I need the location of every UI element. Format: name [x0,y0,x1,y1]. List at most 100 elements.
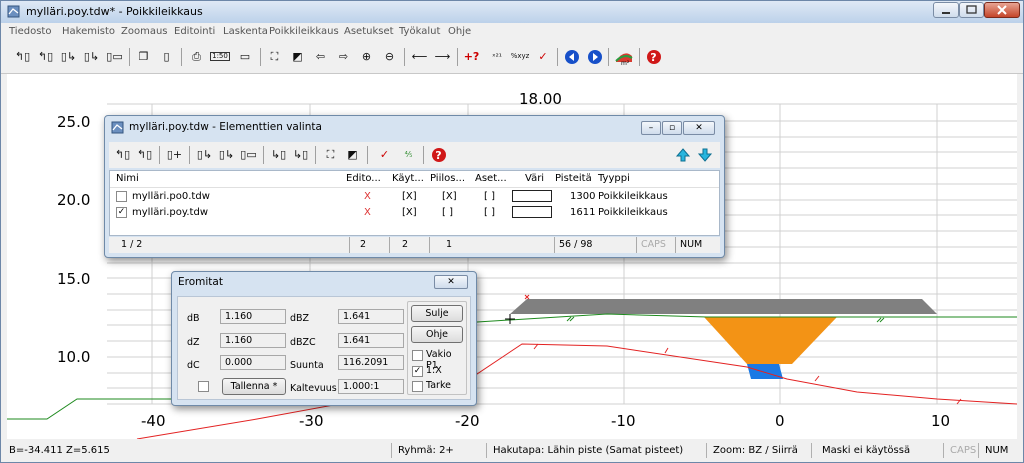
save-copy-button[interactable]: ▯↳ [82,47,101,66]
next-button[interactable]: ⟶ [433,47,452,66]
zoom-in-button[interactable]: ⊕ [357,47,376,66]
row-set[interactable]: [ ] [484,189,495,204]
el-open-button[interactable]: ↰▯ [113,145,132,164]
col-tyyppi[interactable]: Tyyppi [598,171,630,187]
col-piilos[interactable]: Piilos... [430,171,465,187]
next-section-button[interactable] [585,47,604,66]
paste-button[interactable]: ▯ [157,47,176,66]
window-title: mylläri.poy.tdw* - Poikkileikkaus [26,5,203,18]
row-points: 1611 [570,207,596,218]
el-save-all-button[interactable]: ▯▭ [239,145,258,164]
toolbar-separator [315,146,316,164]
coordinate-xyz-button[interactable]: %xyz [509,47,531,66]
el-save-copy-button[interactable]: ▯↳ [217,145,236,164]
el-export-button[interactable]: ↳▯ [291,145,310,164]
previous-button[interactable]: ⟵ [410,47,429,66]
row-color-swatch[interactable] [512,206,552,218]
menu-poikkileikkaus[interactable]: Poikkileikkaus [269,26,339,37]
el-import-button[interactable]: ↳▯ [269,145,288,164]
elements-toolbar: ↰▯ ↰▯ ▯+ ▯↳ ▯↳ ▯▭ ↳▯ ↳▯ ⛶ ◩ ✓ ⅘ ? [109,142,720,168]
row-color-swatch[interactable] [512,190,552,202]
close-button[interactable] [984,2,1020,18]
row-hide[interactable]: [X] [442,189,457,204]
row-edit[interactable]: X [364,205,371,220]
menu-asetukset[interactable]: Asetukset [344,26,394,37]
col-aset[interactable]: Aset... [475,171,507,187]
save-copy-icon: ▯↳ [83,50,100,63]
copy-button[interactable]: ❐ [134,47,153,66]
menu-tiedosto[interactable]: Tiedosto [9,26,51,37]
el-save-button[interactable]: ▯↳ [195,145,214,164]
elements-maximize-button[interactable]: ▫ [662,121,682,135]
open-file-button[interactable]: ↰▯ [13,47,32,66]
close-dialog-button[interactable]: Sulje [411,305,463,322]
maximize-button[interactable] [959,2,984,18]
elements-minimize-button[interactable]: – [641,121,661,135]
status-caps: CAPS [943,443,978,458]
el-zoom-extents-button[interactable]: ⛶ [321,145,340,164]
ratio-checkbox[interactable]: ✓ [412,366,423,377]
zoom-out-button[interactable]: ⊖ [380,47,399,66]
menu-hakemisto[interactable]: Hakemisto [62,26,115,37]
el-add-button[interactable]: ▯+ [165,145,184,164]
el-import-icon: ↳▯ [270,148,287,161]
zoom-in-icon: ⊕ [361,50,372,63]
save-all-button[interactable]: ▯▭ [105,47,124,66]
pan-left-button[interactable]: ⇦ [311,47,330,66]
el-sort-button[interactable]: ⅘ [399,145,418,164]
vakio-p1-checkbox[interactable] [412,350,423,361]
el-zoom-window-button[interactable]: ◩ [343,145,362,164]
x-tick-m30: -30 [299,412,324,430]
row-checkbox-checked[interactable]: ✓ [116,207,127,218]
coordinate-sort-button[interactable]: ˣ²¹ [486,47,508,66]
print-preview-icon: ▭ [239,50,251,63]
row-use[interactable]: [X] [402,189,417,204]
add-point-button[interactable]: +? [462,47,481,66]
row-set[interactable]: [ ] [484,205,495,220]
el-help-button[interactable]: ? [429,145,448,164]
dz-field: 1.160 [220,333,286,348]
list-item[interactable]: ✓ mylläri.poy.tdw X [X] [ ] [ ] 1611 Poi… [110,205,719,220]
el-move-up-button[interactable] [673,145,692,164]
col-pisteita[interactable]: Pisteitä [555,171,592,187]
menu-tyokalut[interactable]: Työkalut [399,26,440,37]
zoom-extents-button[interactable]: ⛶ [265,47,284,66]
col-kayt[interactable]: Käyt... [392,171,424,187]
previous-section-button[interactable] [562,47,581,66]
col-vari[interactable]: Väri [525,171,544,187]
help-button[interactable]: ? [644,47,663,66]
diff-close-button[interactable]: ✕ [434,275,468,289]
check-button[interactable]: ✓ [532,47,554,66]
help-dialog-button[interactable]: Ohje [411,326,463,343]
list-item[interactable]: mylläri.po0.tdw X [X] [X] [ ] 1300 Poikk… [110,189,719,204]
el-move-down-button[interactable] [695,145,714,164]
save-file-button[interactable]: ▯↳ [59,47,78,66]
el-open-copy-button[interactable]: ↰▯ [135,145,154,164]
minimize-button[interactable] [933,2,959,18]
el-export-icon: ↳▯ [292,148,309,161]
col-nimi[interactable]: Nimi [116,171,139,187]
row-checkbox[interactable] [116,191,127,202]
row-hide[interactable]: [ ] [442,205,453,220]
print-button[interactable]: ⎙ [187,47,206,66]
el-status-hide: 1 [429,237,452,253]
row-use[interactable]: [X] [402,205,417,220]
zoom-window-button[interactable]: ◩ [288,47,307,66]
scale-button[interactable]: 1:50 [209,47,231,66]
el-save-icon: ▯↳ [196,148,213,161]
menu-ohje[interactable]: Ohje [448,26,471,37]
el-check-button[interactable]: ✓ [375,145,394,164]
menu-laskenta[interactable]: Laskenta [223,26,268,37]
pan-right-button[interactable]: ⇨ [334,47,353,66]
print-preview-button[interactable]: ▭ [234,47,256,66]
col-edito[interactable]: Edito... [346,171,381,187]
open-copy-button[interactable]: ↰▯ [36,47,55,66]
save-checkbox[interactable] [198,381,209,392]
menu-editointi[interactable]: Editointi [174,26,215,37]
menu-zoomaus[interactable]: Zoomaus [121,26,168,37]
elements-close-button[interactable]: ✕ [683,121,715,135]
save-button[interactable]: Tallenna * [222,378,286,395]
tarke-checkbox[interactable] [412,381,423,392]
row-edit[interactable]: X [364,189,371,204]
area-volume-button[interactable]: m² [613,47,635,66]
